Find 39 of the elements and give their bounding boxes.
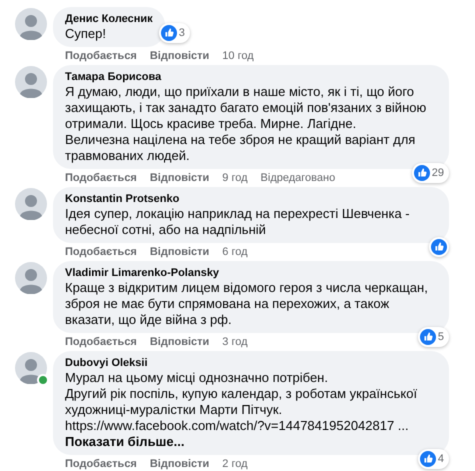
author-name[interactable]: Тамара Борисова	[65, 70, 437, 84]
comment-text: Ідея супер, локацію наприклад на перехресті Шевченка - небесної сотні, або на надпільній	[65, 206, 411, 238]
reply-link[interactable]: Відповісти	[150, 49, 210, 63]
reply-link[interactable]: Відповісти	[150, 335, 210, 349]
edited-label: Відредаговано	[260, 171, 336, 185]
comment-link[interactable]: https://www.facebook.com/watch/?v=1447841952042817 ...	[65, 418, 437, 434]
avatar[interactable]	[15, 8, 47, 40]
comment-text: Мурал на цьому місці однозначно потрібен.	[65, 370, 329, 386]
author-name[interactable]: Dubovyi Oleksii	[65, 356, 437, 370]
author-name[interactable]: Денис Колесник	[65, 12, 153, 26]
comment-text: Величезна націлена на тебе зброя не кращий варіант для травмованих людей.	[65, 132, 416, 164]
reply-link[interactable]: Відповісти	[150, 245, 210, 259]
avatar[interactable]	[15, 66, 47, 98]
comment-text: Я думаю, люди, що приїхали в наше місто, як і ті, що його захищають, і так занадто багато емоцій пов'язаних з війною отримали. Щось красиве треба. Мирне. Лагідне.	[65, 84, 428, 132]
avatar[interactable]	[15, 262, 47, 294]
like-link[interactable]: Подобається	[65, 171, 137, 185]
see-more-link[interactable]: Показати більше...	[65, 434, 437, 450]
avatar[interactable]	[15, 352, 47, 384]
comment-text: Краще з відкритим лицем відомого героя з числа черкащан, зброя не має бути спрямована на перехожих, а також вказати, що йде війна з рф.	[65, 280, 429, 328]
reaction-badge[interactable]: 29	[412, 162, 449, 183]
reply-link[interactable]: Відповісти	[150, 457, 210, 471]
reaction-badge[interactable]: 4	[418, 448, 449, 469]
comment-text: Супер!	[65, 26, 107, 42]
timestamp[interactable]: 6 год	[222, 245, 248, 259]
reaction-badge[interactable]: 5	[418, 326, 449, 347]
reply-link[interactable]: Відповісти	[150, 171, 210, 185]
like-link[interactable]: Подобається	[65, 335, 137, 349]
timestamp[interactable]: 2 год	[222, 457, 248, 471]
like-link[interactable]: Подобається	[65, 457, 137, 471]
timestamp[interactable]: 10 год	[222, 49, 254, 63]
author-name[interactable]: Vladimir Limarenko-Polansky	[65, 266, 437, 280]
author-name[interactable]: Konstantin Protsenko	[65, 192, 437, 206]
timestamp[interactable]: 3 год	[222, 335, 248, 349]
like-link[interactable]: Подобається	[65, 245, 137, 259]
avatar[interactable]	[15, 188, 47, 220]
comment-text: Другий рік поспіль, купую календар, з роботам української художниці-муралістки Марти Пітчук.	[65, 386, 418, 418]
like-link[interactable]: Подобається	[65, 49, 137, 63]
timestamp[interactable]: 9 год	[222, 171, 248, 185]
reaction-badge[interactable]: 3	[158, 22, 190, 43]
